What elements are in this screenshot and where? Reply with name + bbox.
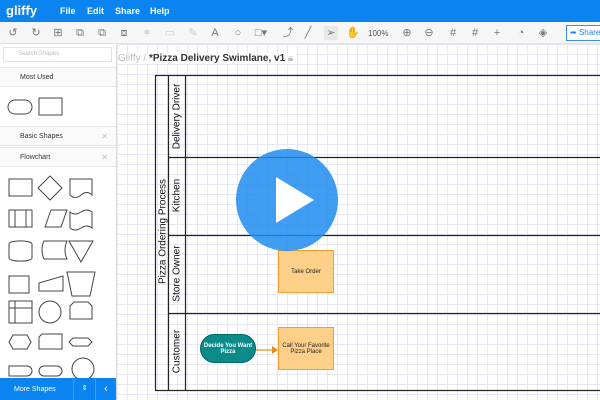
lane-store-owner: Store Owner	[171, 245, 183, 302]
call-pizza-place-shape[interactable]: Call Your Favorite Pizza Place	[278, 327, 334, 370]
lane-kitchen: Kitchen	[171, 178, 183, 213]
lane-delivery-driver: Delivery Driver	[171, 83, 183, 150]
pool-label: Pizza Ordering Process	[157, 178, 169, 285]
take-order-shape[interactable]: Take Order	[278, 250, 334, 293]
play-button[interactable]	[236, 149, 338, 251]
decide-start-shape[interactable]: Decide You Want Pizza	[200, 334, 256, 363]
lane-customer: Customer	[171, 329, 183, 374]
play-icon	[276, 177, 314, 223]
